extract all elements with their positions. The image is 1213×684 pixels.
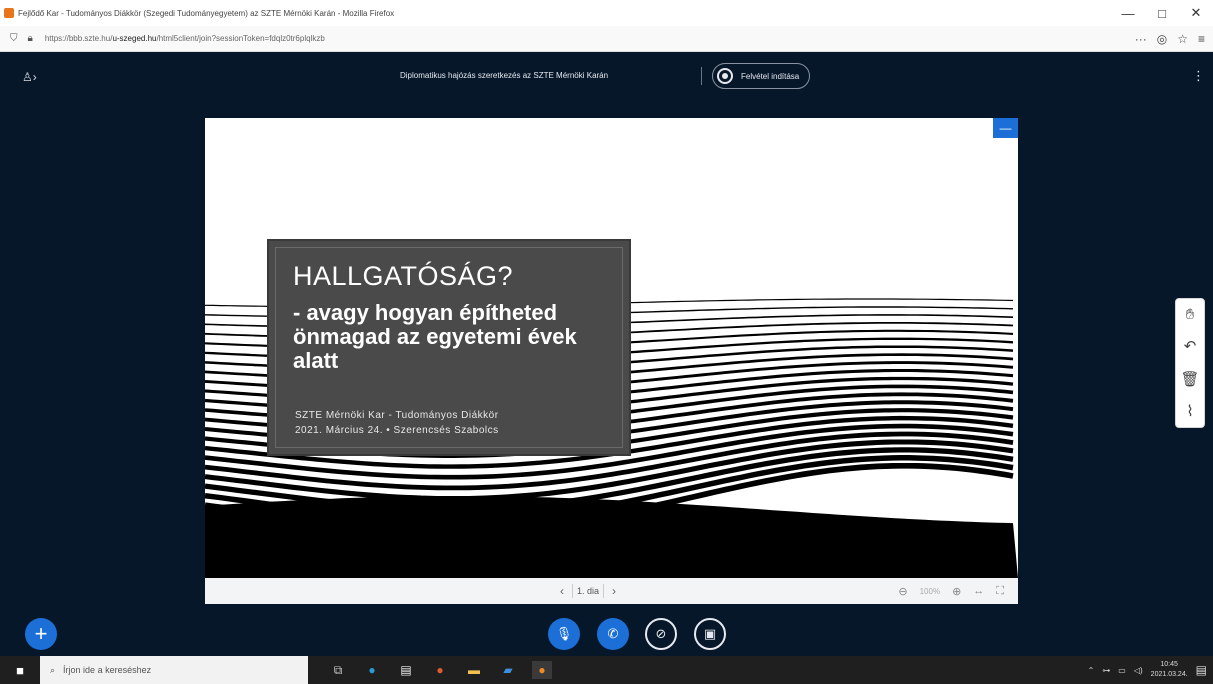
clock-date: 2021.03.24. bbox=[1150, 671, 1188, 678]
search-icon: ⌕ bbox=[50, 664, 56, 675]
screen: Fejlődő Kar - Tudományos Diákkör (Szeged… bbox=[0, 0, 1213, 684]
microphone-icon: 🎙︎ bbox=[555, 626, 573, 641]
store-icon[interactable]: ▤ bbox=[396, 661, 416, 679]
bbb-app: ♙› Diplomatikus hajózás szeretkezés az S… bbox=[0, 52, 1213, 656]
phone-icon: ✆ bbox=[607, 626, 619, 641]
address-bar[interactable]: https://bbb.szte.hu/u-szeged.hu/html5cli… bbox=[45, 34, 325, 43]
search-placeholder: Írjon ide a kereséshez bbox=[63, 665, 152, 675]
taskbar-search[interactable]: ⌕ Írjon ide a kereséshez bbox=[40, 656, 308, 684]
slide-select[interactable]: 1. dia bbox=[572, 584, 605, 598]
meeting-title: Diplomatikus hajózás szeretkezés az SZTE… bbox=[400, 71, 609, 80]
pocket-icon[interactable]: ◎ bbox=[1157, 32, 1167, 46]
slide-subtitle: - avagy hogyan építheted önmagad az egye… bbox=[293, 300, 577, 373]
zoom-value: 100% bbox=[919, 586, 941, 596]
clock-time: 10:45 bbox=[1160, 661, 1178, 668]
slide-meta-line1: SZTE Mérnöki Kar - Tudományos Diákkör bbox=[295, 410, 499, 421]
wave-base bbox=[205, 496, 1018, 578]
office-icon[interactable]: ● bbox=[430, 661, 450, 679]
next-slide-button[interactable]: › bbox=[612, 584, 616, 598]
menu-icon[interactable]: ≡ bbox=[1198, 32, 1205, 46]
header-divider bbox=[701, 67, 702, 85]
slide-title-box: HALLGATÓSÁG? - avagy hogyan építheted ön… bbox=[267, 239, 631, 456]
record-button[interactable]: Felvétel indítása bbox=[712, 63, 811, 89]
file-explorer-icon[interactable]: ▬ bbox=[464, 661, 484, 679]
browser-titlebar: Fejlődő Kar - Tudományos Diákkör (Szeged… bbox=[0, 0, 1213, 26]
windows-taskbar: ■ ⌕ Írjon ide a kereséshez ⧉ ● ▤ ● ▬ ▰ ●… bbox=[0, 656, 1213, 684]
screen-share-icon: ▣ bbox=[703, 626, 717, 641]
microphone-button[interactable]: 🎙︎ bbox=[548, 618, 580, 650]
firefox-icon bbox=[4, 8, 14, 18]
system-clock[interactable]: 10:45 2021.03.24. bbox=[1151, 660, 1188, 680]
taskbar-apps: ⧉ ● ▤ ● ▬ ▰ ● bbox=[328, 656, 552, 684]
trash-icon[interactable]: 🗑︎ bbox=[1180, 370, 1199, 388]
maximize-button[interactable]: □ bbox=[1145, 0, 1179, 26]
slide-meta-line2: 2021. Március 24. • Szerencsés Szabolcs bbox=[295, 425, 499, 436]
star-icon[interactable]: ☆ bbox=[1177, 32, 1188, 46]
record-label: Felvétel indítása bbox=[741, 71, 800, 81]
volume-icon[interactable]: ◁) bbox=[1134, 666, 1143, 675]
lock-icon[interactable]: 🔒︎ bbox=[28, 33, 33, 44]
presentation-slide: — HALLGATÓSÁG? - avagy hogyan építheted … bbox=[205, 118, 1018, 578]
presentation-toolbar: ‹ 1. dia › ⊖ 100% ⊕ ↔ ⛶ bbox=[205, 578, 1018, 604]
minimize-button[interactable]: — bbox=[1111, 0, 1145, 26]
camera-off-icon: ⊘ bbox=[655, 626, 667, 641]
actions-plus-button[interactable]: + bbox=[25, 618, 57, 650]
url-rest: /html5client/join?sessionToken=fdqlz0tr6… bbox=[156, 34, 325, 43]
system-tray: ⌃ ⊶ ▭ ◁) 10:45 2021.03.24. ▤ bbox=[1088, 656, 1207, 684]
battery-icon[interactable]: ▭ bbox=[1118, 666, 1126, 675]
users-toggle-icon[interactable]: ♙› bbox=[22, 70, 37, 84]
slide-heading: HALLGATÓSÁG? bbox=[293, 261, 514, 291]
fullscreen-button[interactable]: ⛶ bbox=[996, 585, 1004, 598]
slide-meta: SZTE Mérnöki Kar - Tudományos Diákkör 20… bbox=[295, 408, 499, 438]
window-controls: — □ ✕ bbox=[1111, 0, 1213, 26]
options-menu-icon[interactable]: ⋮ bbox=[1192, 68, 1205, 84]
tracking-shield-icon[interactable]: ⛉ bbox=[10, 33, 18, 44]
whiteboard-toolbar: ✋︎ ↶ 🗑︎ ⌇ bbox=[1175, 298, 1205, 428]
browser-navbar: ⛉ 🔒︎ https://bbb.szte.hu/u-szeged.hu/htm… bbox=[0, 26, 1213, 52]
slide-navigation: ‹ 1. dia › bbox=[560, 578, 616, 604]
record-icon bbox=[717, 68, 733, 84]
close-button[interactable]: ✕ bbox=[1179, 0, 1213, 26]
tray-chevron-icon[interactable]: ⌃ bbox=[1088, 666, 1095, 675]
notifications-icon[interactable]: ▤ bbox=[1196, 663, 1207, 677]
task-view-icon[interactable]: ⧉ bbox=[328, 661, 348, 679]
url-prefix: https://bbb.szte.hu/ bbox=[44, 34, 113, 43]
windows-start-button[interactable]: ■ bbox=[0, 656, 40, 684]
firefox-taskbar-icon[interactable]: ● bbox=[532, 661, 552, 679]
meeting-header: ♙› Diplomatikus hajózás szeretkezés az S… bbox=[0, 52, 1213, 102]
browser-toolbar-icons: ··· ◎ ☆ ≡ bbox=[1135, 26, 1205, 52]
zoom-controls: ⊖ 100% ⊕ ↔ ⛶ bbox=[898, 578, 1004, 604]
minimize-presentation-button[interactable]: — bbox=[993, 118, 1018, 138]
screenshare-button[interactable]: ▣ bbox=[694, 618, 726, 650]
chart-icon[interactable]: ⌇ bbox=[1186, 402, 1193, 420]
window-title: Fejlődő Kar - Tudományos Diákkör (Szeged… bbox=[18, 8, 395, 18]
fit-width-button[interactable]: ↔ bbox=[973, 585, 984, 597]
outlook-icon[interactable]: ▰ bbox=[498, 661, 518, 679]
audio-phone-button[interactable]: ✆ bbox=[597, 618, 629, 650]
prev-slide-button[interactable]: ‹ bbox=[560, 584, 564, 598]
zoom-out-button[interactable]: ⊖ bbox=[898, 585, 907, 598]
url-domain: u-szeged.hu bbox=[112, 34, 157, 43]
network-icon[interactable]: ⊶ bbox=[1102, 666, 1110, 675]
webcam-button[interactable]: ⊘ bbox=[645, 618, 677, 650]
hand-icon[interactable]: ✋︎ bbox=[1186, 306, 1195, 323]
more-icon[interactable]: ··· bbox=[1135, 32, 1147, 46]
zoom-in-button[interactable]: ⊕ bbox=[952, 585, 961, 598]
edge-icon[interactable]: ● bbox=[362, 661, 382, 679]
undo-icon[interactable]: ↶ bbox=[1184, 337, 1197, 355]
